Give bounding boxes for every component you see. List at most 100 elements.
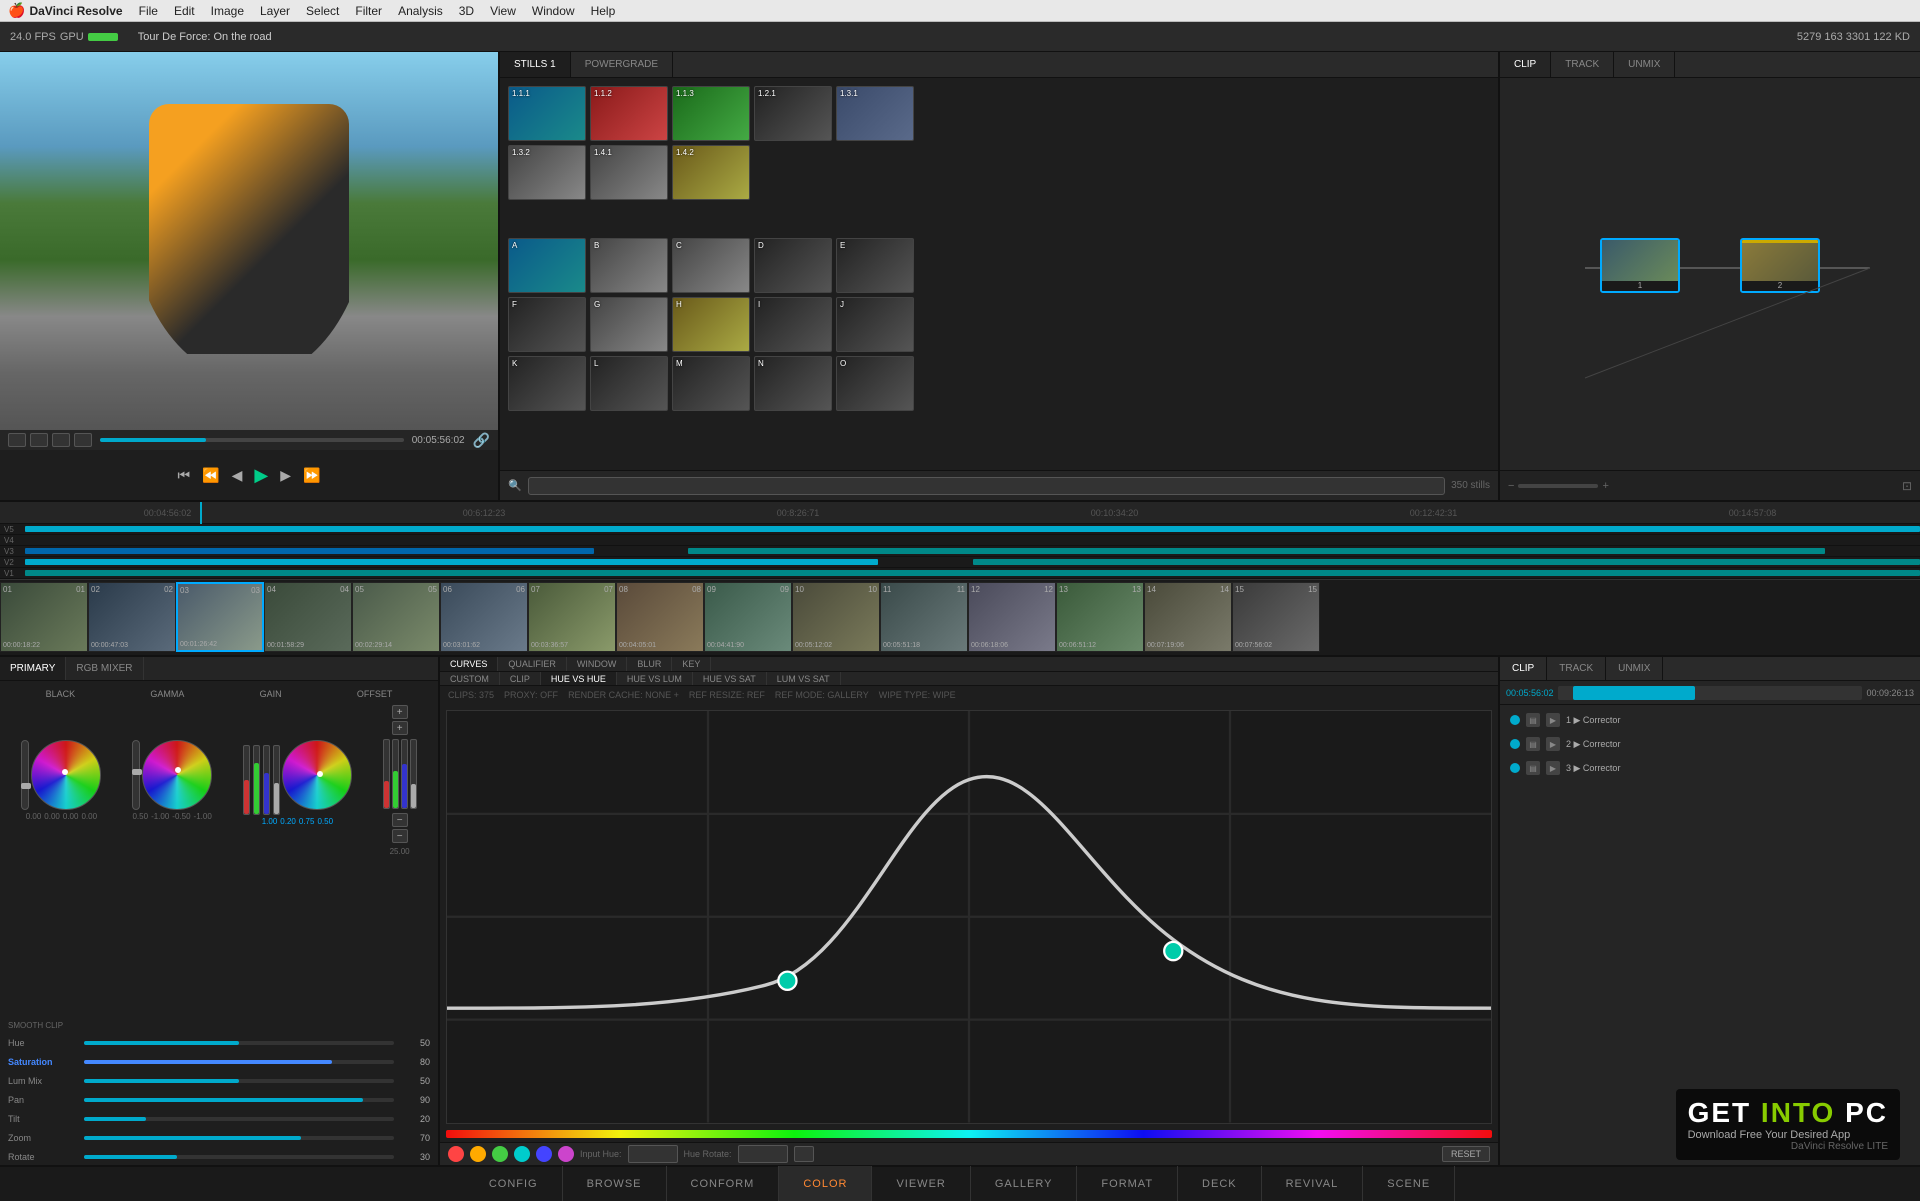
- nav-deck[interactable]: DECK: [1178, 1166, 1262, 1201]
- still-1-4-1[interactable]: 1.4.1: [590, 145, 668, 200]
- gain-slider-blue[interactable]: [263, 745, 270, 815]
- gain-wheel[interactable]: [282, 740, 352, 810]
- node-tab-track[interactable]: TRACK: [1551, 52, 1614, 77]
- node-2[interactable]: 2: [1740, 238, 1820, 293]
- dot-red[interactable]: [448, 1146, 464, 1162]
- menu-window[interactable]: Window: [532, 4, 575, 18]
- menu-analysis[interactable]: Analysis: [398, 4, 443, 18]
- menu-file[interactable]: File: [139, 4, 158, 18]
- still-1-2-1[interactable]: 1.2.1: [754, 86, 832, 141]
- corrector-2-icon-2[interactable]: ▶: [1546, 737, 1560, 751]
- menu-view[interactable]: View: [490, 4, 516, 18]
- color-picker-btn[interactable]: [794, 1146, 814, 1162]
- film-frame-14[interactable]: 1414 00:07:19:06: [1144, 582, 1232, 652]
- still-d[interactable]: D: [754, 238, 832, 293]
- still-h[interactable]: H: [672, 297, 750, 352]
- curves-tab-qualifier[interactable]: QUALIFIER: [498, 657, 567, 671]
- dot-magenta[interactable]: [558, 1146, 574, 1162]
- zoom-param-slider[interactable]: [84, 1136, 394, 1140]
- curves-sub-custom[interactable]: CUSTOM: [440, 672, 500, 685]
- rewind-fast-btn[interactable]: ⏮: [178, 467, 191, 484]
- still-j[interactable]: J: [836, 297, 914, 352]
- still-o[interactable]: O: [836, 356, 914, 411]
- corrector-3-icon-1[interactable]: ▤: [1526, 761, 1540, 775]
- view-icon-btn-1[interactable]: [8, 433, 26, 447]
- curves-sub-lvs[interactable]: LUM VS SAT: [767, 672, 841, 685]
- view-icon-btn-4[interactable]: [74, 433, 92, 447]
- step-forward-btn[interactable]: ▶: [280, 467, 291, 484]
- zoom-slider[interactable]: [1518, 484, 1598, 488]
- film-frame-08[interactable]: 0808 00:04:05:01: [616, 582, 704, 652]
- menu-edit[interactable]: Edit: [174, 4, 195, 18]
- color-tab-rgb[interactable]: RGB MIXER: [66, 657, 143, 680]
- offset-add-btn[interactable]: +: [392, 705, 408, 719]
- zoom-minus-icon[interactable]: −: [1508, 480, 1514, 492]
- curves-sub-hvh[interactable]: HUE VS HUE: [541, 672, 617, 685]
- corrector-1-icon-1[interactable]: ▤: [1526, 713, 1540, 727]
- nav-format[interactable]: FORMAT: [1077, 1166, 1178, 1201]
- hue-rotate-field[interactable]: 142.3: [738, 1145, 788, 1163]
- still-k[interactable]: K: [508, 356, 586, 411]
- film-frame-06[interactable]: 0606 00:03:01:62: [440, 582, 528, 652]
- play-btn[interactable]: ▶: [254, 465, 268, 486]
- still-i[interactable]: I: [754, 297, 832, 352]
- offset-minus-btn1[interactable]: −: [392, 813, 408, 827]
- node-tab-unmix[interactable]: UNMIX: [1614, 52, 1675, 77]
- fast-forward-btn[interactable]: ⏩: [303, 467, 320, 484]
- nav-gallery[interactable]: GALLERY: [971, 1166, 1078, 1201]
- zoom-plus-icon[interactable]: +: [1602, 480, 1608, 492]
- film-frame-01[interactable]: 0101 00:00:18:22: [0, 582, 88, 652]
- nav-color[interactable]: COLOR: [779, 1166, 872, 1201]
- film-frame-04[interactable]: 0404 00:01:58:29: [264, 582, 352, 652]
- film-frame-11[interactable]: 1111 00:05:51:18: [880, 582, 968, 652]
- film-frame-13[interactable]: 1313 00:06:51:12: [1056, 582, 1144, 652]
- timecode-track[interactable]: [100, 438, 404, 442]
- dot-green[interactable]: [492, 1146, 508, 1162]
- black-slider[interactable]: [21, 740, 29, 810]
- still-n[interactable]: N: [754, 356, 832, 411]
- still-1-3-2[interactable]: 1.3.2: [508, 145, 586, 200]
- rotate-slider[interactable]: [84, 1155, 394, 1159]
- gamma-slider[interactable]: [132, 740, 140, 810]
- film-frame-10[interactable]: 1010 00:05:12:02: [792, 582, 880, 652]
- gamma-wheel[interactable]: [142, 740, 212, 810]
- menu-3d[interactable]: 3D: [459, 4, 474, 18]
- still-1-3-1[interactable]: 1.3.1: [836, 86, 914, 141]
- menu-filter[interactable]: Filter: [355, 4, 382, 18]
- node-1[interactable]: 1: [1600, 238, 1680, 293]
- node-tab-clip[interactable]: CLIP: [1500, 52, 1551, 77]
- still-a[interactable]: A: [508, 238, 586, 293]
- tab-stills1[interactable]: STILLS 1: [500, 52, 571, 77]
- curves-sub-clip[interactable]: CLIP: [500, 672, 541, 685]
- film-frame-02[interactable]: 0202 00:00:47:03: [88, 582, 176, 652]
- offset-slider-2[interactable]: [392, 739, 399, 809]
- still-m[interactable]: M: [672, 356, 750, 411]
- still-e[interactable]: E: [836, 238, 914, 293]
- film-frame-15[interactable]: 1515 00:07:56:02: [1232, 582, 1320, 652]
- menu-select[interactable]: Select: [306, 4, 339, 18]
- offset-slider-1[interactable]: [383, 739, 390, 809]
- color-tab-primary[interactable]: PRIMARY: [0, 657, 66, 680]
- still-1-4-2[interactable]: 1.4.2: [672, 145, 750, 200]
- menu-layer[interactable]: Layer: [260, 4, 290, 18]
- track-content-v1[interactable]: [25, 568, 1920, 578]
- menu-image[interactable]: Image: [211, 4, 244, 18]
- gain-slider-red[interactable]: [243, 745, 250, 815]
- gain-slider-green[interactable]: [253, 745, 260, 815]
- nav-config[interactable]: CONFIG: [465, 1166, 563, 1201]
- tilt-slider[interactable]: [84, 1117, 394, 1121]
- clips-tab-track[interactable]: TRACK: [1547, 657, 1606, 680]
- pan-slider[interactable]: [84, 1098, 394, 1102]
- film-frame-03[interactable]: 0303 00:01:26:42: [176, 582, 264, 652]
- dot-cyan[interactable]: [514, 1146, 530, 1162]
- dot-orange[interactable]: [470, 1146, 486, 1162]
- reset-button[interactable]: RESET: [1442, 1146, 1490, 1162]
- film-frame-12[interactable]: 1212 00:06:18:06: [968, 582, 1056, 652]
- black-wheel[interactable]: [31, 740, 101, 810]
- still-c[interactable]: C: [672, 238, 750, 293]
- curves-tab-curves[interactable]: CURVES: [440, 657, 498, 671]
- curves-tab-blur[interactable]: BLUR: [627, 657, 672, 671]
- dot-blue[interactable]: [536, 1146, 552, 1162]
- film-frame-07[interactable]: 0707 00:03:36:57: [528, 582, 616, 652]
- track-content-v3[interactable]: [25, 546, 1920, 556]
